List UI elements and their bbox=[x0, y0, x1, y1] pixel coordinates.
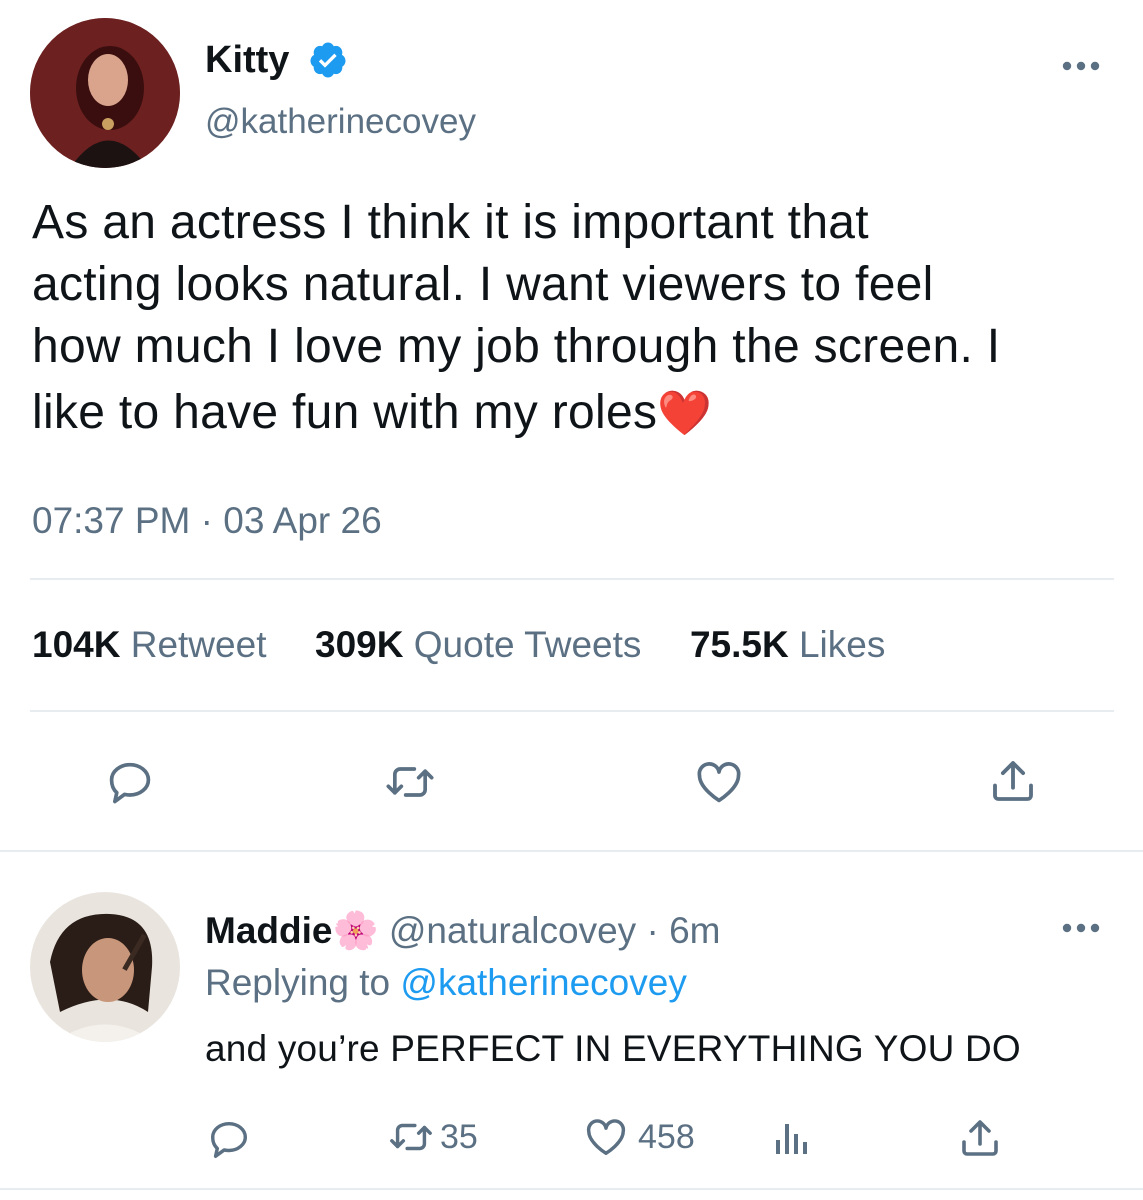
reply-more-options-icon[interactable] bbox=[1060, 918, 1102, 938]
divider bbox=[30, 710, 1114, 712]
reply-retweet-icon bbox=[386, 1114, 436, 1160]
reply-handle[interactable]: @naturalcovey bbox=[389, 910, 636, 951]
bottom-divider bbox=[0, 1188, 1143, 1190]
reply-like-count: 458 bbox=[638, 1117, 695, 1156]
heart-emoji: ❤️ bbox=[657, 389, 713, 438]
avatar-image bbox=[30, 892, 180, 1042]
reply-reply-icon[interactable] bbox=[206, 1116, 252, 1162]
reply-share-icon[interactable] bbox=[956, 1114, 1004, 1162]
reply-icon[interactable] bbox=[104, 756, 156, 808]
divider bbox=[30, 578, 1114, 580]
likes-stat[interactable]: 75.5K Likes bbox=[690, 624, 885, 665]
more-options-icon[interactable] bbox=[1060, 56, 1102, 76]
tweet-text: As an actress I think it is important th… bbox=[32, 192, 1132, 445]
tweet-text-line-last: like to have fun with my roles❤️ bbox=[32, 382, 1132, 445]
tweet-text-line: acting looks natural. I want viewers to … bbox=[32, 258, 934, 311]
verified-badge-icon bbox=[308, 40, 348, 80]
share-icon[interactable] bbox=[986, 754, 1040, 808]
tweet-text-line: like to have fun with my roles bbox=[32, 386, 658, 439]
tweet-timestamp[interactable]: 07:37 PM · 03 Apr 26 bbox=[32, 498, 382, 544]
quotes-label: Quote Tweets bbox=[413, 624, 642, 665]
analytics-icon[interactable] bbox=[772, 1118, 812, 1158]
reply-header: Maddie🌸 @naturalcovey · 6m bbox=[205, 908, 720, 954]
replying-to-handle[interactable]: @katherinecovey bbox=[400, 962, 686, 1003]
cherry-blossom-emoji: 🌸 bbox=[332, 910, 379, 951]
replying-to: Replying to @katherinecovey bbox=[205, 960, 687, 1006]
reply-retweet-button[interactable]: 35 bbox=[386, 1114, 478, 1160]
tweet-author-avatar[interactable] bbox=[30, 18, 180, 168]
reply-time[interactable]: · 6m bbox=[646, 910, 720, 951]
tweet-text-line: As an actress I think it is important th… bbox=[32, 196, 869, 249]
tweet-author-handle[interactable]: @katherinecovey bbox=[205, 100, 476, 144]
reply-display-name[interactable]: Maddie bbox=[205, 910, 332, 951]
like-icon[interactable] bbox=[692, 756, 746, 808]
retweets-label: Retweet bbox=[130, 624, 267, 665]
reply-like-button[interactable]: 458 bbox=[582, 1114, 695, 1160]
tweet-author-name[interactable]: Kitty bbox=[205, 36, 289, 84]
reply-like-icon bbox=[582, 1114, 630, 1160]
quotes-count: 309K bbox=[315, 624, 404, 665]
reply-retweet-count: 35 bbox=[440, 1117, 478, 1156]
retweet-icon[interactable] bbox=[382, 756, 438, 808]
tweet-text-line: how much I love my job through the scree… bbox=[32, 320, 1001, 373]
display-name[interactable]: Kitty bbox=[205, 39, 289, 81]
retweets-stat[interactable]: 104K Retweet bbox=[32, 624, 277, 665]
reply-text: and you’re PERFECT IN EVERYTHING YOU DO bbox=[205, 1028, 1021, 1069]
likes-label: Likes bbox=[798, 624, 886, 665]
avatar-image bbox=[30, 18, 180, 168]
retweets-count: 104K bbox=[32, 624, 121, 665]
quotes-stat[interactable]: 309K Quote Tweets bbox=[315, 624, 652, 665]
replying-to-label: Replying to bbox=[205, 962, 391, 1003]
section-divider bbox=[0, 850, 1143, 852]
tweet-stats: 104K Retweet 309K Quote Tweets 75.5K Lik… bbox=[32, 622, 885, 668]
likes-count: 75.5K bbox=[689, 624, 789, 665]
reply-author-avatar[interactable] bbox=[30, 892, 180, 1042]
